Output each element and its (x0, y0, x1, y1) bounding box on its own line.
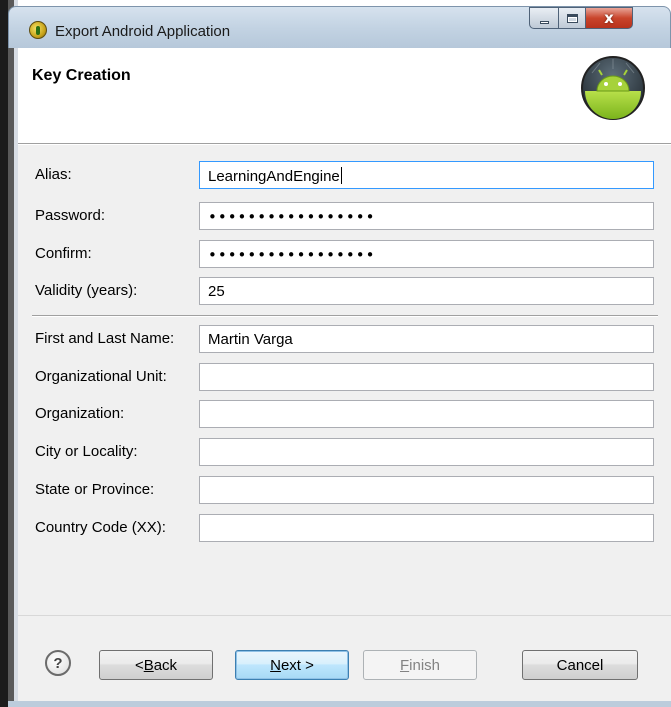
help-icon[interactable]: ? (45, 650, 71, 676)
finish-label: inish (409, 656, 441, 674)
org-unit-row: Organizational Unit: (18, 363, 671, 393)
back-mnemonic: B (143, 656, 154, 674)
alias-row: Alias: LearningAndEngine (18, 161, 671, 191)
country-row: Country Code (XX): (18, 514, 671, 544)
text-caret (340, 167, 342, 184)
validity-label: Validity (years): (35, 282, 138, 299)
password-row: Password: ••••••••••••••••• (18, 202, 671, 232)
maximize-icon (566, 13, 578, 23)
organization-row: Organization: (18, 400, 671, 430)
finish-button[interactable]: Finish (363, 650, 477, 680)
window-frame-bottom (8, 701, 671, 707)
state-row: State or Province: (18, 476, 671, 506)
maximize-button[interactable] (558, 7, 586, 29)
city-row: City or Locality: (18, 438, 671, 468)
eclipse-app-icon (29, 21, 47, 39)
export-android-dialog: Export Android Application x Key Creatio… (0, 0, 671, 707)
country-code-input[interactable] (199, 514, 654, 542)
back-button[interactable]: < Back (99, 650, 213, 680)
next-button[interactable]: Next > (235, 650, 349, 680)
next-label: ext > (280, 656, 314, 674)
alias-input[interactable]: LearningAndEngine (199, 161, 654, 189)
first-last-name-input[interactable]: Martin Varga (199, 325, 654, 353)
back-prefix: < (134, 656, 144, 674)
window-title: Export Android Application (55, 23, 231, 40)
organization-input[interactable] (199, 400, 654, 428)
form-panel: Alias: LearningAndEngine Password: •••••… (18, 145, 671, 615)
minimize-button[interactable] (529, 7, 559, 29)
confirm-row: Confirm: ••••••••••••••••• (18, 240, 671, 270)
org-unit-label: Organizational Unit: (35, 368, 167, 385)
title-bar[interactable]: Export Android Application x (8, 6, 671, 48)
confirm-label: Confirm: (35, 245, 92, 262)
city-input[interactable] (199, 438, 654, 466)
cancel-button[interactable]: Cancel (522, 650, 638, 680)
next-mnemonic: N (270, 656, 281, 674)
section-divider (32, 315, 658, 317)
name-label: First and Last Name: (35, 330, 175, 347)
password-label: Password: (35, 207, 106, 224)
state-input[interactable] (199, 476, 654, 504)
name-row: First and Last Name: Martin Varga (18, 325, 671, 355)
background-edge (0, 0, 8, 707)
page-title: Key Creation (32, 67, 131, 84)
city-label: City or Locality: (35, 443, 138, 460)
validity-input[interactable]: 25 (199, 277, 654, 305)
organization-label: Organization: (35, 405, 125, 422)
validity-row: Validity (years): 25 (18, 277, 671, 307)
android-logo-icon (581, 56, 645, 120)
country-label: Country Code (XX): (35, 519, 166, 536)
close-button[interactable]: x (585, 7, 633, 29)
minimize-icon (539, 20, 549, 24)
alias-value: LearningAndEngine (208, 168, 340, 185)
password-input[interactable]: ••••••••••••••••• (199, 202, 654, 230)
confirm-password-input[interactable]: ••••••••••••••••• (199, 240, 654, 268)
back-label: ack (153, 656, 178, 674)
button-bar: ? < Back Next > Finish Cancel (18, 615, 671, 701)
state-label: State or Province: (35, 481, 155, 498)
org-unit-input[interactable] (199, 363, 654, 391)
alias-label: Alias: (35, 166, 72, 183)
close-icon: x (604, 9, 614, 27)
wizard-header: Key Creation (18, 48, 671, 144)
finish-mnemonic: F (399, 656, 410, 674)
